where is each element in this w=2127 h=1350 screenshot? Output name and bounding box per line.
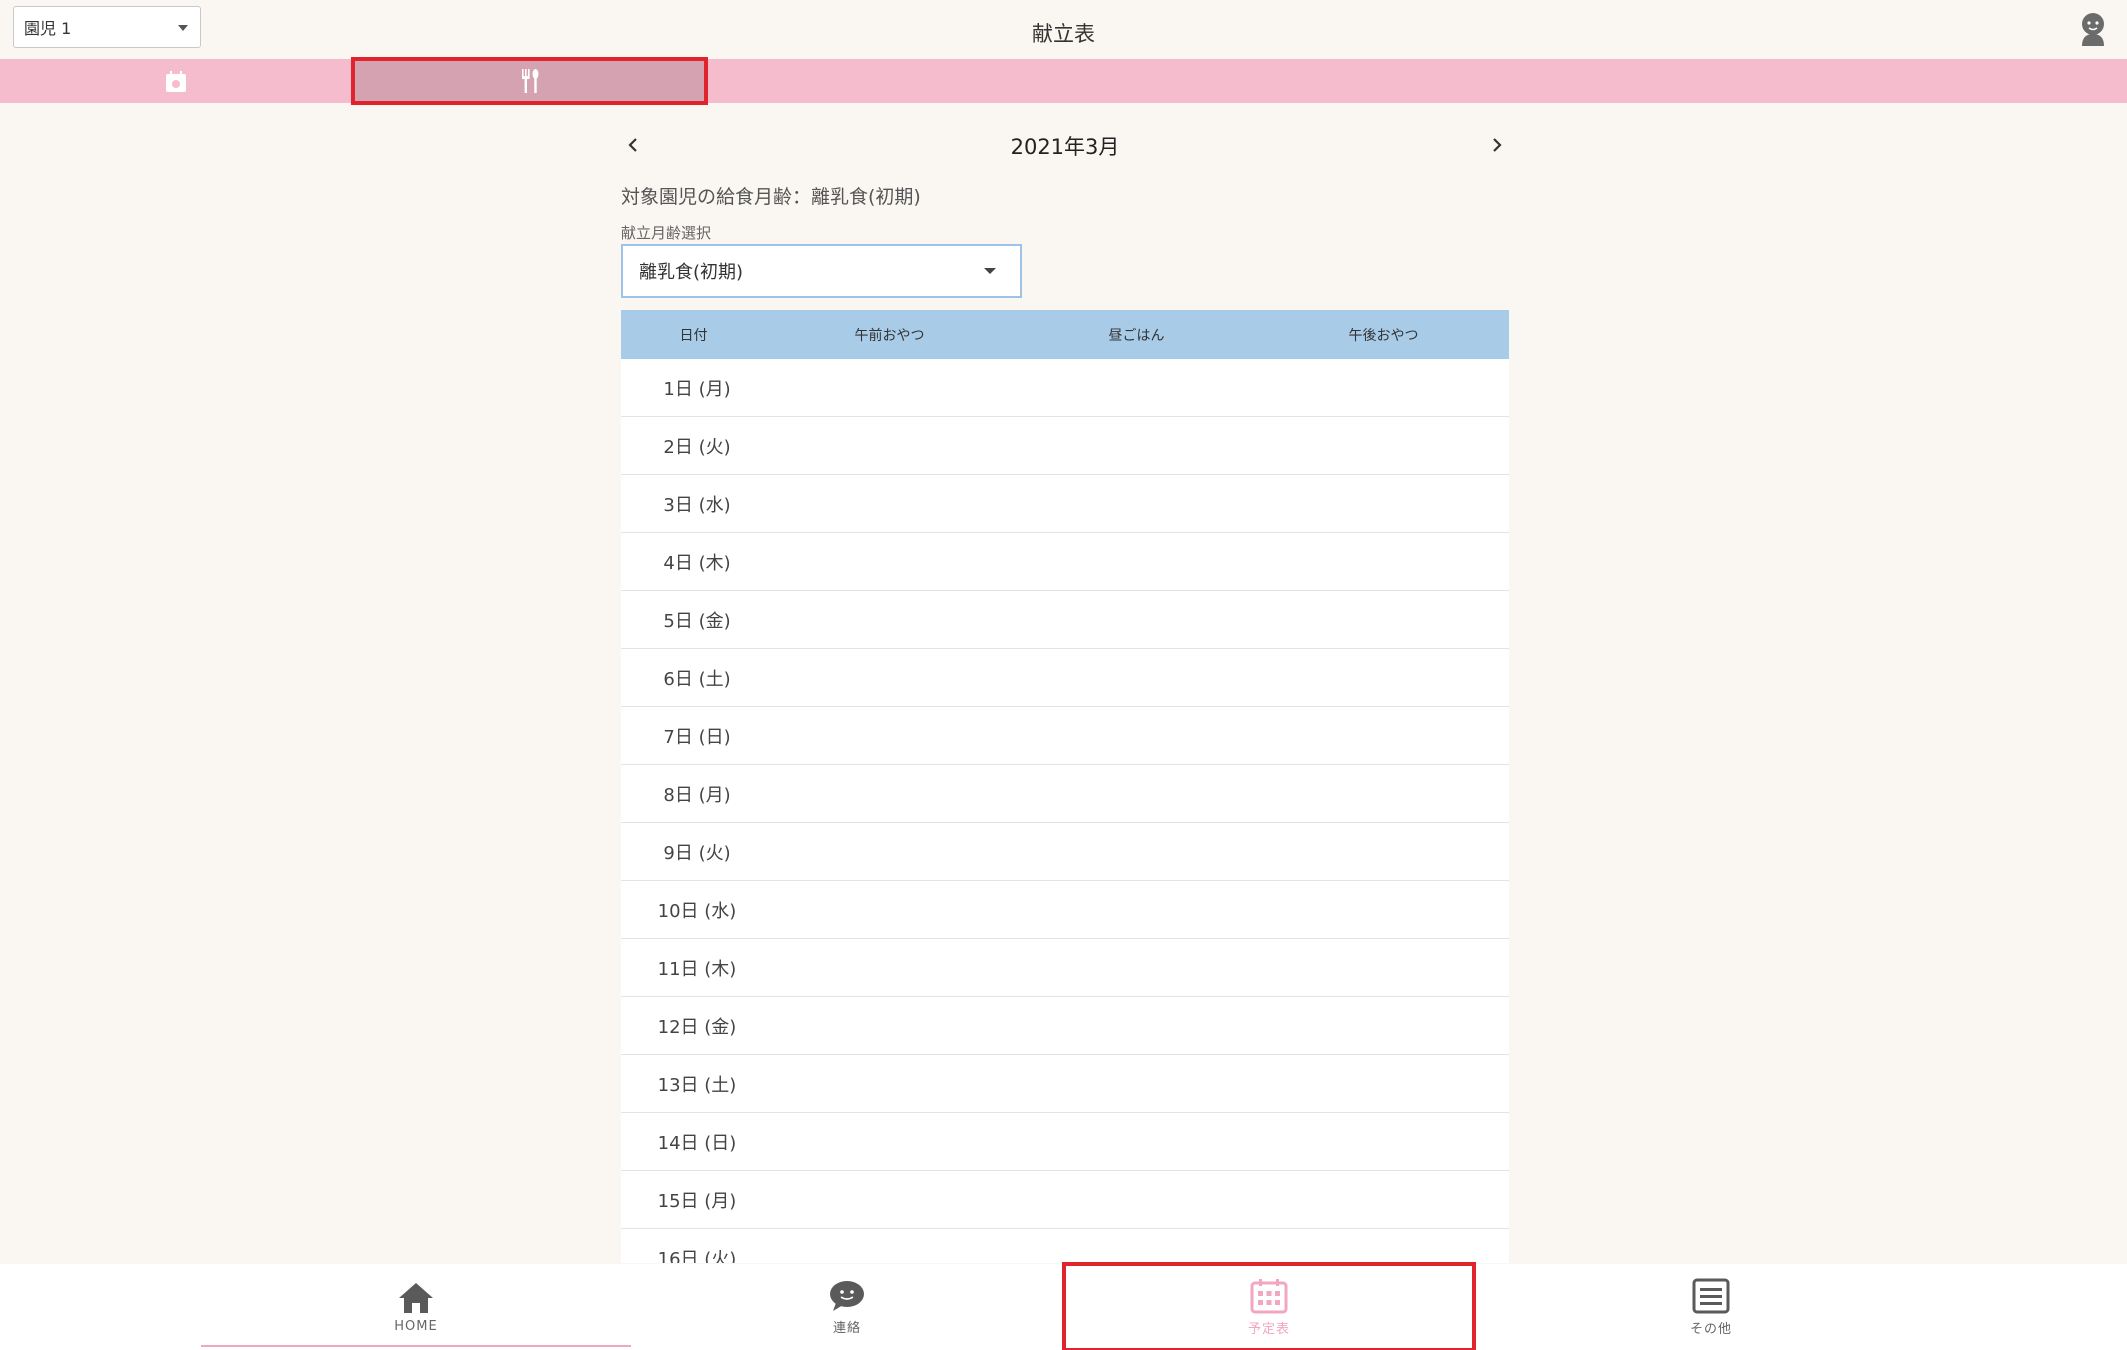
row-date: 5日 (金) <box>663 610 731 632</box>
app-header: 園児 1 献立表 <box>0 0 2127 59</box>
calendar-icon <box>166 71 186 92</box>
row-date: 14日 (日) <box>657 1132 737 1154</box>
row-date: 9日 (火) <box>663 842 731 864</box>
row-date: 2日 (火) <box>663 436 731 458</box>
table-row: 9日 (火) <box>621 823 1509 881</box>
chevron-right-icon <box>1493 138 1502 152</box>
table-row: 7日 (日) <box>621 707 1509 765</box>
menu-table: 日付 午前おやつ 昼ごはん 午後おやつ 1日 (月) 2日 (火) 3日 (水)… <box>621 310 1509 1263</box>
age-select[interactable]: 離乳食(初期) <box>621 244 1022 298</box>
table-row: 6日 (土) <box>621 649 1509 707</box>
fork-spoon-icon <box>521 69 538 93</box>
table-row: 2日 (火) <box>621 417 1509 475</box>
table-row: 14日 (日) <box>621 1113 1509 1171</box>
nav-home-label: HOME <box>394 1318 438 1334</box>
row-date: 6日 (土) <box>663 668 731 690</box>
column-header-morning-snack: 午前おやつ <box>854 327 925 344</box>
month-label: 2021年3月 <box>1010 135 1120 159</box>
table-row: 4日 (木) <box>621 533 1509 591</box>
table-row: 13日 (土) <box>621 1055 1509 1113</box>
row-date: 16日 (火) <box>657 1248 737 1264</box>
column-header-date: 日付 <box>679 327 708 344</box>
column-header-lunch: 昼ごはん <box>1108 327 1165 344</box>
row-date: 13日 (土) <box>657 1074 737 1096</box>
nav-contact-label: 連絡 <box>832 1320 861 1336</box>
table-row: 12日 (金) <box>621 997 1509 1055</box>
home-icon <box>399 1282 433 1313</box>
calendar-grid-icon <box>1250 1278 1288 1313</box>
nav-schedule[interactable]: 予定表 <box>1062 1262 1476 1350</box>
table-row: 11日 (木) <box>621 939 1509 997</box>
nav-contact[interactable]: 連絡 <box>632 1264 1062 1350</box>
child-age-info: 対象園児の給食月齢：離乳食(初期) <box>621 186 921 208</box>
nav-schedule-label: 予定表 <box>1247 1321 1290 1337</box>
age-select-value: 離乳食(初期) <box>639 262 744 283</box>
bottom-nav: HOME 連絡 予定表 その他 <box>0 1262 2127 1350</box>
month-nav: 2021年3月 <box>621 103 1509 183</box>
chat-bubble-icon <box>830 1280 864 1311</box>
row-date: 8日 (月) <box>663 784 731 806</box>
user-avatar-icon[interactable] <box>2079 12 2107 46</box>
nav-other-label: その他 <box>1689 1321 1732 1337</box>
table-header: 日付 午前おやつ 昼ごはん 午後おやつ <box>621 310 1509 359</box>
column-header-afternoon-snack: 午後おやつ <box>1348 327 1419 344</box>
active-underline <box>201 1345 631 1347</box>
tab-calendar[interactable] <box>163 69 189 95</box>
list-menu-icon <box>1692 1278 1730 1313</box>
row-date: 15日 (月) <box>657 1190 737 1212</box>
table-row: 10日 (水) <box>621 881 1509 939</box>
table-row: 1日 (月) <box>621 359 1509 417</box>
row-date: 7日 (日) <box>663 726 731 748</box>
row-date: 11日 (木) <box>657 958 737 980</box>
row-date: 4日 (木) <box>663 552 731 574</box>
row-date: 3日 (水) <box>663 494 731 516</box>
chevron-down-icon <box>984 268 996 274</box>
row-date: 12日 (金) <box>657 1016 737 1038</box>
nav-home[interactable]: HOME <box>201 1264 631 1350</box>
nav-other[interactable]: その他 <box>1496 1264 1926 1350</box>
table-row: 15日 (月) <box>621 1171 1509 1229</box>
page-title: 献立表 <box>1032 22 1095 46</box>
row-date: 1日 (月) <box>663 378 731 400</box>
table-row: 3日 (水) <box>621 475 1509 533</box>
next-month-button[interactable] <box>1485 133 1509 157</box>
sub-tab-bar <box>0 57 2127 105</box>
age-select-label: 献立月齢選択 <box>621 224 712 242</box>
table-row: 8日 (月) <box>621 765 1509 823</box>
tab-menu[interactable] <box>351 57 708 105</box>
table-row: 5日 (金) <box>621 591 1509 649</box>
menu-content: 2021年3月 対象園児の給食月齢：離乳食(初期) 献立月齢選択 離乳食(初期)… <box>621 103 1509 1263</box>
row-date: 10日 (水) <box>657 900 737 922</box>
table-row: 16日 (火) <box>621 1229 1509 1263</box>
